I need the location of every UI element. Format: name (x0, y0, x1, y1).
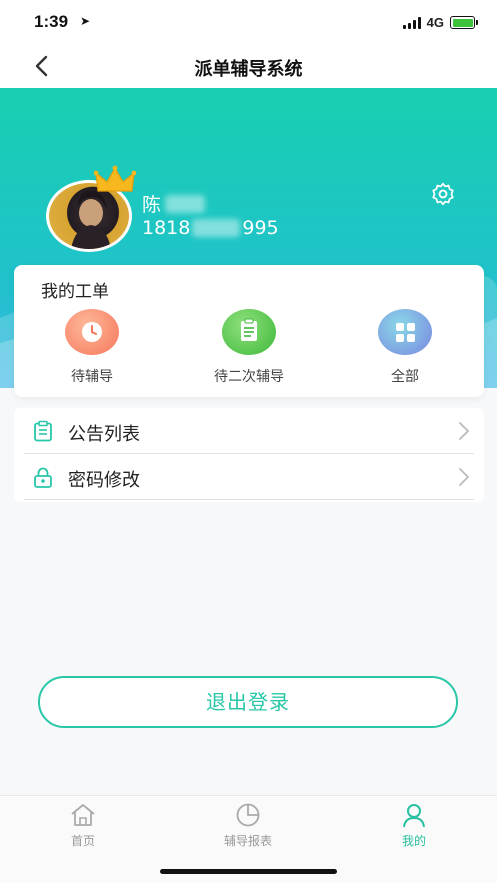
battery-icon (450, 16, 478, 29)
order-all[interactable]: 全部 (345, 309, 465, 389)
clipboard-icon (222, 309, 276, 355)
clipboard-list-icon (34, 420, 52, 442)
menu-label: 密码修改 (68, 470, 140, 491)
phone-prefix: 1818 (142, 217, 191, 239)
tab-coaching-report[interactable]: 辅导报表 (198, 802, 298, 849)
menu-item-announcements[interactable]: 公告列表 (24, 408, 474, 454)
orders-title: 我的工单 (41, 282, 109, 302)
tab-mine[interactable]: 我的 (364, 802, 464, 849)
user-icon (403, 804, 425, 828)
gear-icon[interactable] (430, 181, 456, 207)
my-orders-card: 我的工单 待辅导 待二次辅导 全部 (14, 265, 484, 397)
tab-label: 辅导报表 (223, 834, 272, 848)
clock-icon (65, 309, 119, 355)
home-indicator (160, 869, 337, 874)
tab-label: 首页 (70, 834, 95, 848)
tab-label: 我的 (401, 834, 426, 848)
status-bar: 1:39 ➤ 4G (0, 0, 497, 44)
phone-suffix: 995 (242, 217, 279, 239)
menu-item-change-password[interactable]: 密码修改 (24, 454, 474, 500)
logout-button[interactable]: 退出登录 (38, 676, 458, 728)
crown-icon (94, 165, 136, 192)
chevron-right-icon (459, 468, 470, 486)
chevron-right-icon (459, 422, 470, 440)
redacted-name (165, 194, 206, 213)
user-name-text: 陈 (142, 194, 162, 216)
status-time: 1:39 (34, 12, 69, 31)
menu-list: 公告列表 密码修改 (14, 408, 484, 502)
home-icon (71, 804, 95, 826)
user-phone: 1818 995 (142, 217, 279, 239)
user-name: 陈 (142, 190, 206, 217)
menu-label: 公告列表 (68, 424, 140, 445)
redacted-phone (192, 219, 241, 237)
order-label: 待二次辅导 (214, 369, 284, 385)
signal-icon (402, 16, 421, 29)
order-label: 待辅导 (71, 369, 113, 385)
nav-bar: 派单辅导系统 (0, 44, 497, 88)
order-pending-coaching[interactable]: 待辅导 (32, 309, 152, 389)
lock-icon (34, 467, 52, 488)
page-title: 派单辅导系统 (194, 59, 303, 80)
tab-home[interactable]: 首页 (33, 802, 133, 849)
network-type: 4G (426, 15, 444, 30)
order-pending-second-coaching[interactable]: 待二次辅导 (189, 309, 309, 389)
grid-icon (378, 309, 432, 355)
order-label: 全部 (391, 369, 419, 385)
pie-chart-icon (236, 803, 260, 827)
status-indicators: 4G (402, 15, 478, 30)
location-arrow-icon: ➤ (80, 14, 91, 28)
